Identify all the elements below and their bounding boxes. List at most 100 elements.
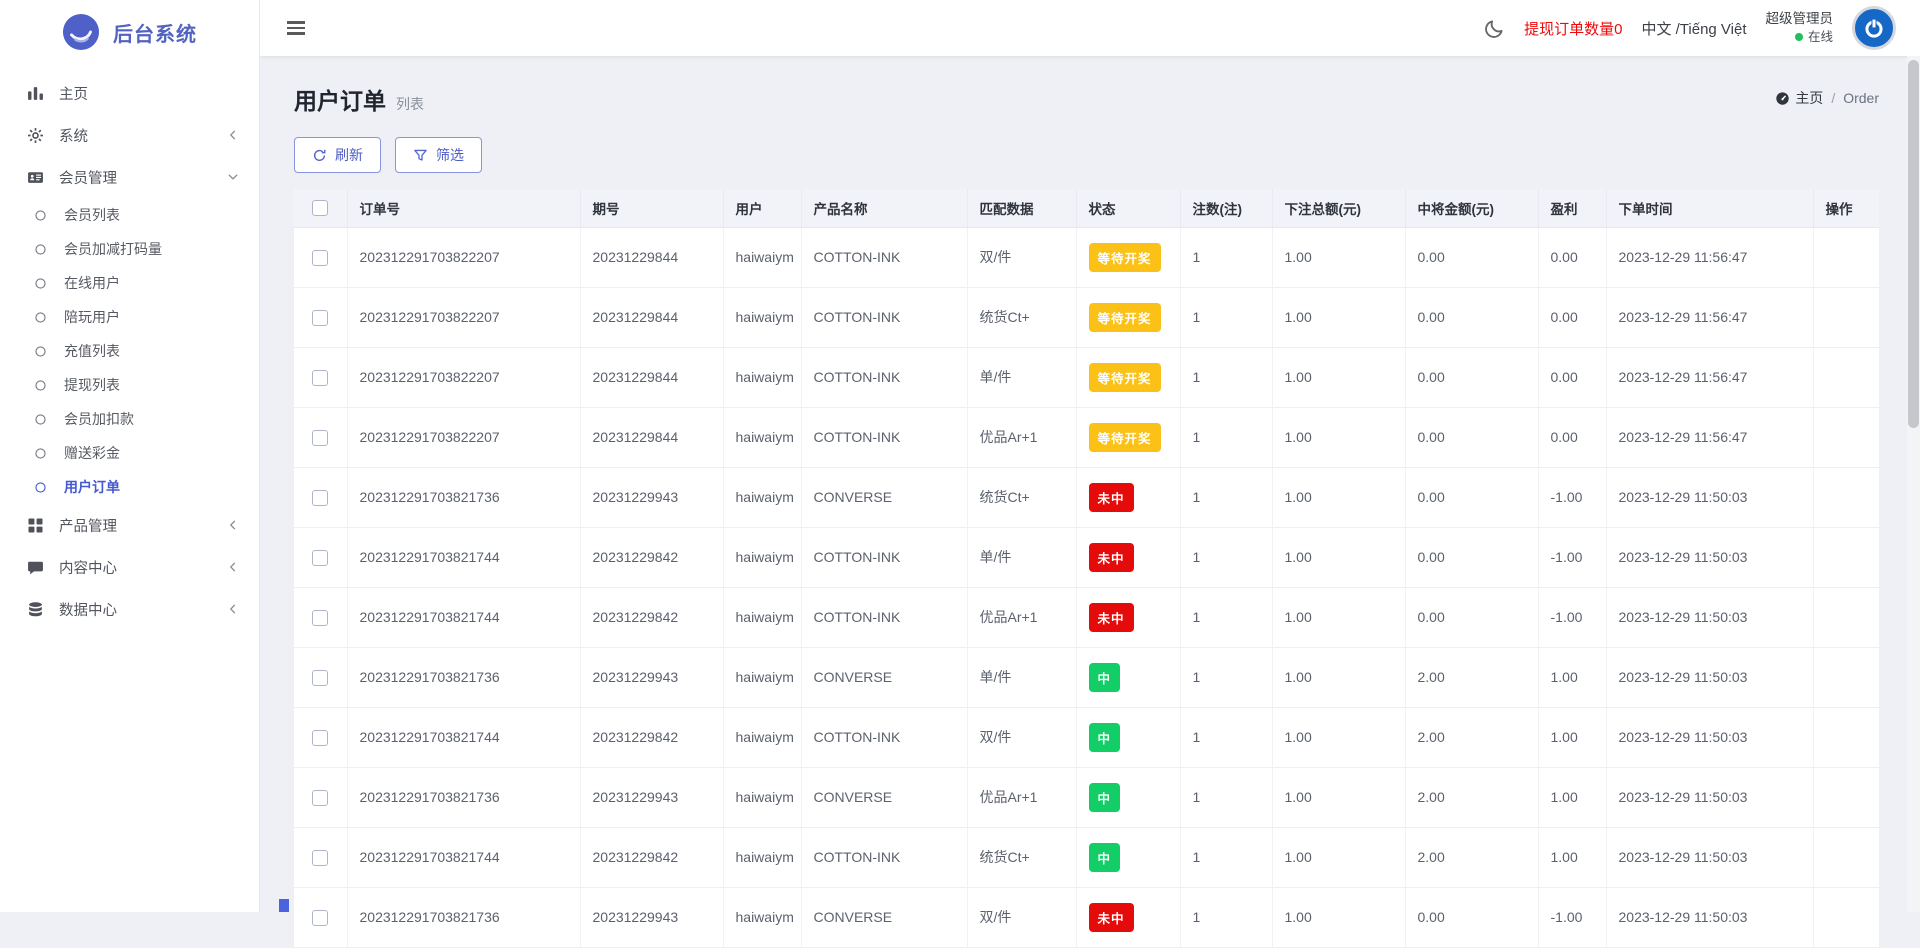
sidebar-item-member-adjust[interactable]: 会员加扣款: [0, 402, 259, 436]
column-header: 盈利: [1538, 189, 1607, 228]
cell-profit: -1.00: [1538, 587, 1607, 648]
sidebar-item-online-users[interactable]: 在线用户: [0, 266, 259, 300]
table-row: 202312291703822207 20231229844 haiwaiym COT…: [294, 347, 1879, 408]
online-status-dot: [1794, 33, 1803, 42]
table-row: 202312291703821736 20231229943 haiwaiym CON…: [294, 647, 1879, 708]
cell-match: 统货Ct+: [967, 827, 1077, 888]
cell-match: 优品Ar+1: [967, 407, 1077, 468]
column-header: 中将金额(元): [1405, 189, 1539, 228]
cell-bet-count: 1: [1180, 707, 1273, 768]
gear-icon: [27, 127, 44, 144]
cell-win-amount: 0.00: [1405, 287, 1539, 348]
circle-icon: [34, 379, 47, 392]
cell-order-no: 202312291703821744: [347, 707, 581, 768]
status-badge: 等待开奖: [1088, 302, 1161, 332]
row-checkbox[interactable]: [312, 489, 329, 506]
sidebar-item-member-mgmt[interactable]: 会员管理: [0, 156, 259, 198]
row-checkbox[interactable]: [312, 309, 329, 326]
id-card-icon: [27, 169, 44, 186]
cell-status: 未中: [1076, 587, 1181, 648]
cell-bet-total: 1.00: [1272, 767, 1406, 828]
cell-status: 等待开奖: [1076, 407, 1181, 468]
cell-win-amount: 0.00: [1405, 467, 1539, 528]
cell-product: COTTON-INK: [801, 287, 968, 348]
cell-match: 统货Ct+: [967, 467, 1077, 528]
row-checkbox[interactable]: [312, 549, 329, 566]
table-row: 202312291703821744 20231229842 haiwaiym COT…: [294, 587, 1879, 648]
admin-info: 超级管理员 在线: [1766, 10, 1834, 45]
cell-profit: 1.00: [1538, 827, 1607, 888]
row-checkbox[interactable]: [312, 669, 329, 686]
app-logo[interactable]: 后台系统: [0, 0, 259, 64]
filter-funnel-icon: [414, 149, 427, 161]
logout-power-button[interactable]: [1852, 6, 1896, 50]
grid-icon: [27, 517, 44, 534]
cell-action: [1813, 407, 1879, 468]
sidebar-item-data-center[interactable]: 数据中心: [0, 588, 259, 630]
sidebar-item-member-coding[interactable]: 会员加减打码量: [0, 232, 259, 266]
withdraw-order-count[interactable]: 提现订单数量0: [1524, 18, 1622, 39]
filter-button[interactable]: 筛选: [395, 137, 482, 173]
cell-profit: 0.00: [1538, 227, 1607, 288]
circle-icon: [34, 413, 47, 426]
cell-bet-total: 1.00: [1272, 827, 1406, 888]
cell-profit: 1.00: [1538, 707, 1607, 768]
cell-time: 2023-12-29 11:50:03: [1606, 767, 1814, 828]
column-header: 订单号: [347, 189, 581, 228]
sidebar-item-companion-users[interactable]: 陪玩用户: [0, 300, 259, 334]
language-switch[interactable]: 中文 /Tiếng Việt: [1641, 18, 1746, 39]
row-checkbox[interactable]: [312, 369, 329, 386]
scroll-accent: [279, 899, 289, 912]
sidebar-menu: 主页 系统 会员管理 会员列表 会员加减打码量 在线用户 陪玩用户 充值列表 提现列表 会员加扣款…: [0, 72, 259, 630]
table-row: 202312291703822207 20231229844 haiwaiym COT…: [294, 227, 1879, 288]
cell-period-no: 20231229842: [580, 707, 724, 768]
row-checkbox[interactable]: [312, 729, 329, 746]
sidebar-item-gift-bonus[interactable]: 赠送彩金: [0, 436, 259, 470]
row-checkbox[interactable]: [312, 429, 329, 446]
select-all-checkbox[interactable]: [312, 199, 329, 216]
cell-profit: -1.00: [1538, 887, 1607, 948]
chart-bar-icon: [27, 85, 44, 102]
sidebar-item-home[interactable]: 主页: [0, 72, 259, 114]
cell-product: CONVERSE: [801, 887, 968, 948]
column-header: 期号: [580, 189, 724, 228]
breadcrumb-separator: /: [1831, 90, 1836, 106]
sidebar-item-recharge-list[interactable]: 充值列表: [0, 334, 259, 368]
cell-win-amount: 2.00: [1405, 827, 1539, 888]
cell-period-no: 20231229842: [580, 527, 724, 588]
sidebar-item-member-list[interactable]: 会员列表: [0, 198, 259, 232]
dark-mode-moon-icon[interactable]: [1484, 18, 1505, 39]
cell-win-amount: 0.00: [1405, 227, 1539, 288]
table-row: 202312291703821736 20231229943 haiwaiym CON…: [294, 887, 1879, 948]
cell-product: CONVERSE: [801, 647, 968, 708]
cell-bet-total: 1.00: [1272, 347, 1406, 408]
menu-toggle-icon[interactable]: [287, 18, 307, 38]
table-row: 202312291703822207 20231229844 haiwaiym COT…: [294, 407, 1879, 468]
sidebar-item-withdraw-list[interactable]: 提现列表: [0, 368, 259, 402]
sidebar-item-system[interactable]: 系统: [0, 114, 259, 156]
cell-time: 2023-12-29 11:50:03: [1606, 887, 1814, 948]
cell-bet-total: 1.00: [1272, 407, 1406, 468]
refresh-button[interactable]: 刷新: [294, 137, 381, 173]
sidebar-item-content-center[interactable]: 内容中心: [0, 546, 259, 588]
cell-match: 双/件: [967, 707, 1077, 768]
scrollbar-thumb[interactable]: [1908, 60, 1919, 428]
row-checkbox[interactable]: [312, 609, 329, 626]
cell-period-no: 20231229943: [580, 467, 724, 528]
app-title: 后台系统: [113, 23, 197, 46]
circle-icon: [34, 311, 47, 324]
cell-time: 2023-12-29 11:50:03: [1606, 827, 1814, 888]
chevron-left-icon: [227, 519, 239, 531]
sidebar-item-user-orders[interactable]: 用户订单: [0, 470, 259, 504]
online-status-label: 在线: [1807, 29, 1833, 44]
row-checkbox[interactable]: [312, 789, 329, 806]
row-checkbox[interactable]: [312, 249, 329, 266]
breadcrumb-home[interactable]: 主页: [1775, 88, 1823, 108]
cell-match: 单/件: [967, 527, 1077, 588]
row-checkbox[interactable]: [312, 909, 329, 926]
page-subtitle: 列表: [396, 96, 424, 112]
sidebar-item-product-mgmt[interactable]: 产品管理: [0, 504, 259, 546]
cell-time: 2023-12-29 11:56:47: [1606, 287, 1814, 348]
vertical-scrollbar[interactable]: [1907, 56, 1920, 912]
row-checkbox[interactable]: [312, 849, 329, 866]
